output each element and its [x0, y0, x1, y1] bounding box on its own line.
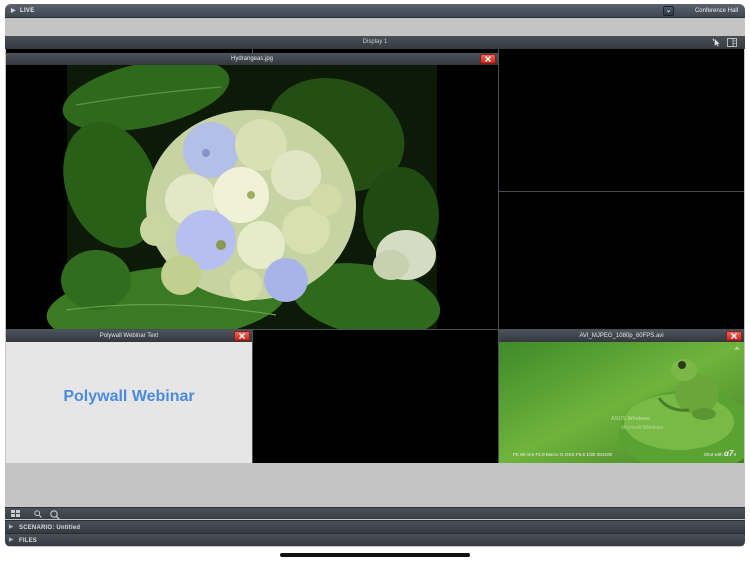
brand-suffix: II [733, 452, 736, 457]
video-caption-line2: Microsoft Windows [621, 425, 663, 431]
close-icon[interactable] [480, 54, 496, 64]
files-label: FILES [19, 537, 38, 544]
text-window-title: Polywall Webinar Text [99, 332, 159, 339]
cursor-icon[interactable] [712, 38, 721, 47]
triangle-right-icon[interactable]: ▶ [11, 7, 16, 14]
live-preview-area [5, 18, 745, 36]
shot-prefix: Shot with [703, 452, 723, 457]
layout-panel-icon[interactable] [727, 38, 737, 47]
close-icon[interactable] [726, 331, 742, 341]
hydrangea-photo [6, 59, 498, 329]
text-window-titlebar[interactable]: Polywall Webinar Text [6, 330, 252, 342]
bottom-preview-area [5, 463, 745, 507]
zoom-in-icon[interactable] [50, 509, 60, 520]
files-section[interactable]: ▶ FILES [5, 533, 745, 546]
chevron-down-icon[interactable]: ⌄ [663, 6, 674, 16]
image-window[interactable]: Hydrangeas.jpg [6, 53, 498, 329]
image-window-titlebar[interactable]: Hydrangeas.jpg [6, 53, 498, 65]
scenario-label: SCENARIO: Untitled [19, 524, 81, 531]
display-title: Display 1 [362, 39, 388, 45]
canvas-toolbar [5, 507, 745, 520]
video-window-title: AVI_MJPEG_1080p_60FPS.avi [579, 332, 664, 339]
webinar-text: Polywall Webinar [63, 388, 195, 405]
video-shot-label: Shot with α7II [704, 449, 736, 458]
image-window-title: Hydrangeas.jpg [230, 55, 274, 62]
video-meta: FE 90 mm F2.8 Macro G OSS F5.6 1/30 ISO1… [513, 452, 613, 457]
display-canvas[interactable]: Hydrangeas.jpg Polywall Webinar Text Pol… [6, 49, 744, 463]
live-bar[interactable]: ▶ LIVE ⌄ Conference Hall [5, 4, 745, 18]
grid-icon[interactable] [11, 510, 21, 518]
text-window[interactable]: Polywall Webinar Text Polywall Webinar [6, 330, 252, 463]
display-header: Display 1 [5, 36, 745, 49]
video-caption-line1: ASUS Windows [611, 416, 650, 422]
app-window: ▶ LIVE ⌄ Conference Hall Display 1 Hydra… [5, 4, 745, 547]
text-window-content: Polywall Webinar [6, 342, 252, 463]
room-selector[interactable]: Conference Hall [695, 8, 738, 14]
watermark-icon: ◢◣ [733, 345, 740, 350]
close-icon[interactable] [234, 331, 250, 341]
video-window-titlebar[interactable]: AVI_MJPEG_1080p_60FPS.avi [499, 330, 744, 342]
video-window[interactable]: AVI_MJPEG_1080p_60FPS.avi ◢◣ ASUS Window… [499, 330, 744, 463]
home-indicator[interactable] [280, 553, 470, 557]
zoom-out-icon[interactable] [34, 510, 42, 518]
live-title: LIVE [20, 7, 35, 14]
video-frame: ◢◣ ASUS Windows Microsoft Windows FE 90 … [499, 342, 744, 463]
triangle-right-icon[interactable]: ▶ [9, 537, 13, 543]
scenario-section[interactable]: ▶ SCENARIO: Untitled [5, 520, 745, 533]
triangle-right-icon[interactable]: ▶ [9, 524, 13, 530]
